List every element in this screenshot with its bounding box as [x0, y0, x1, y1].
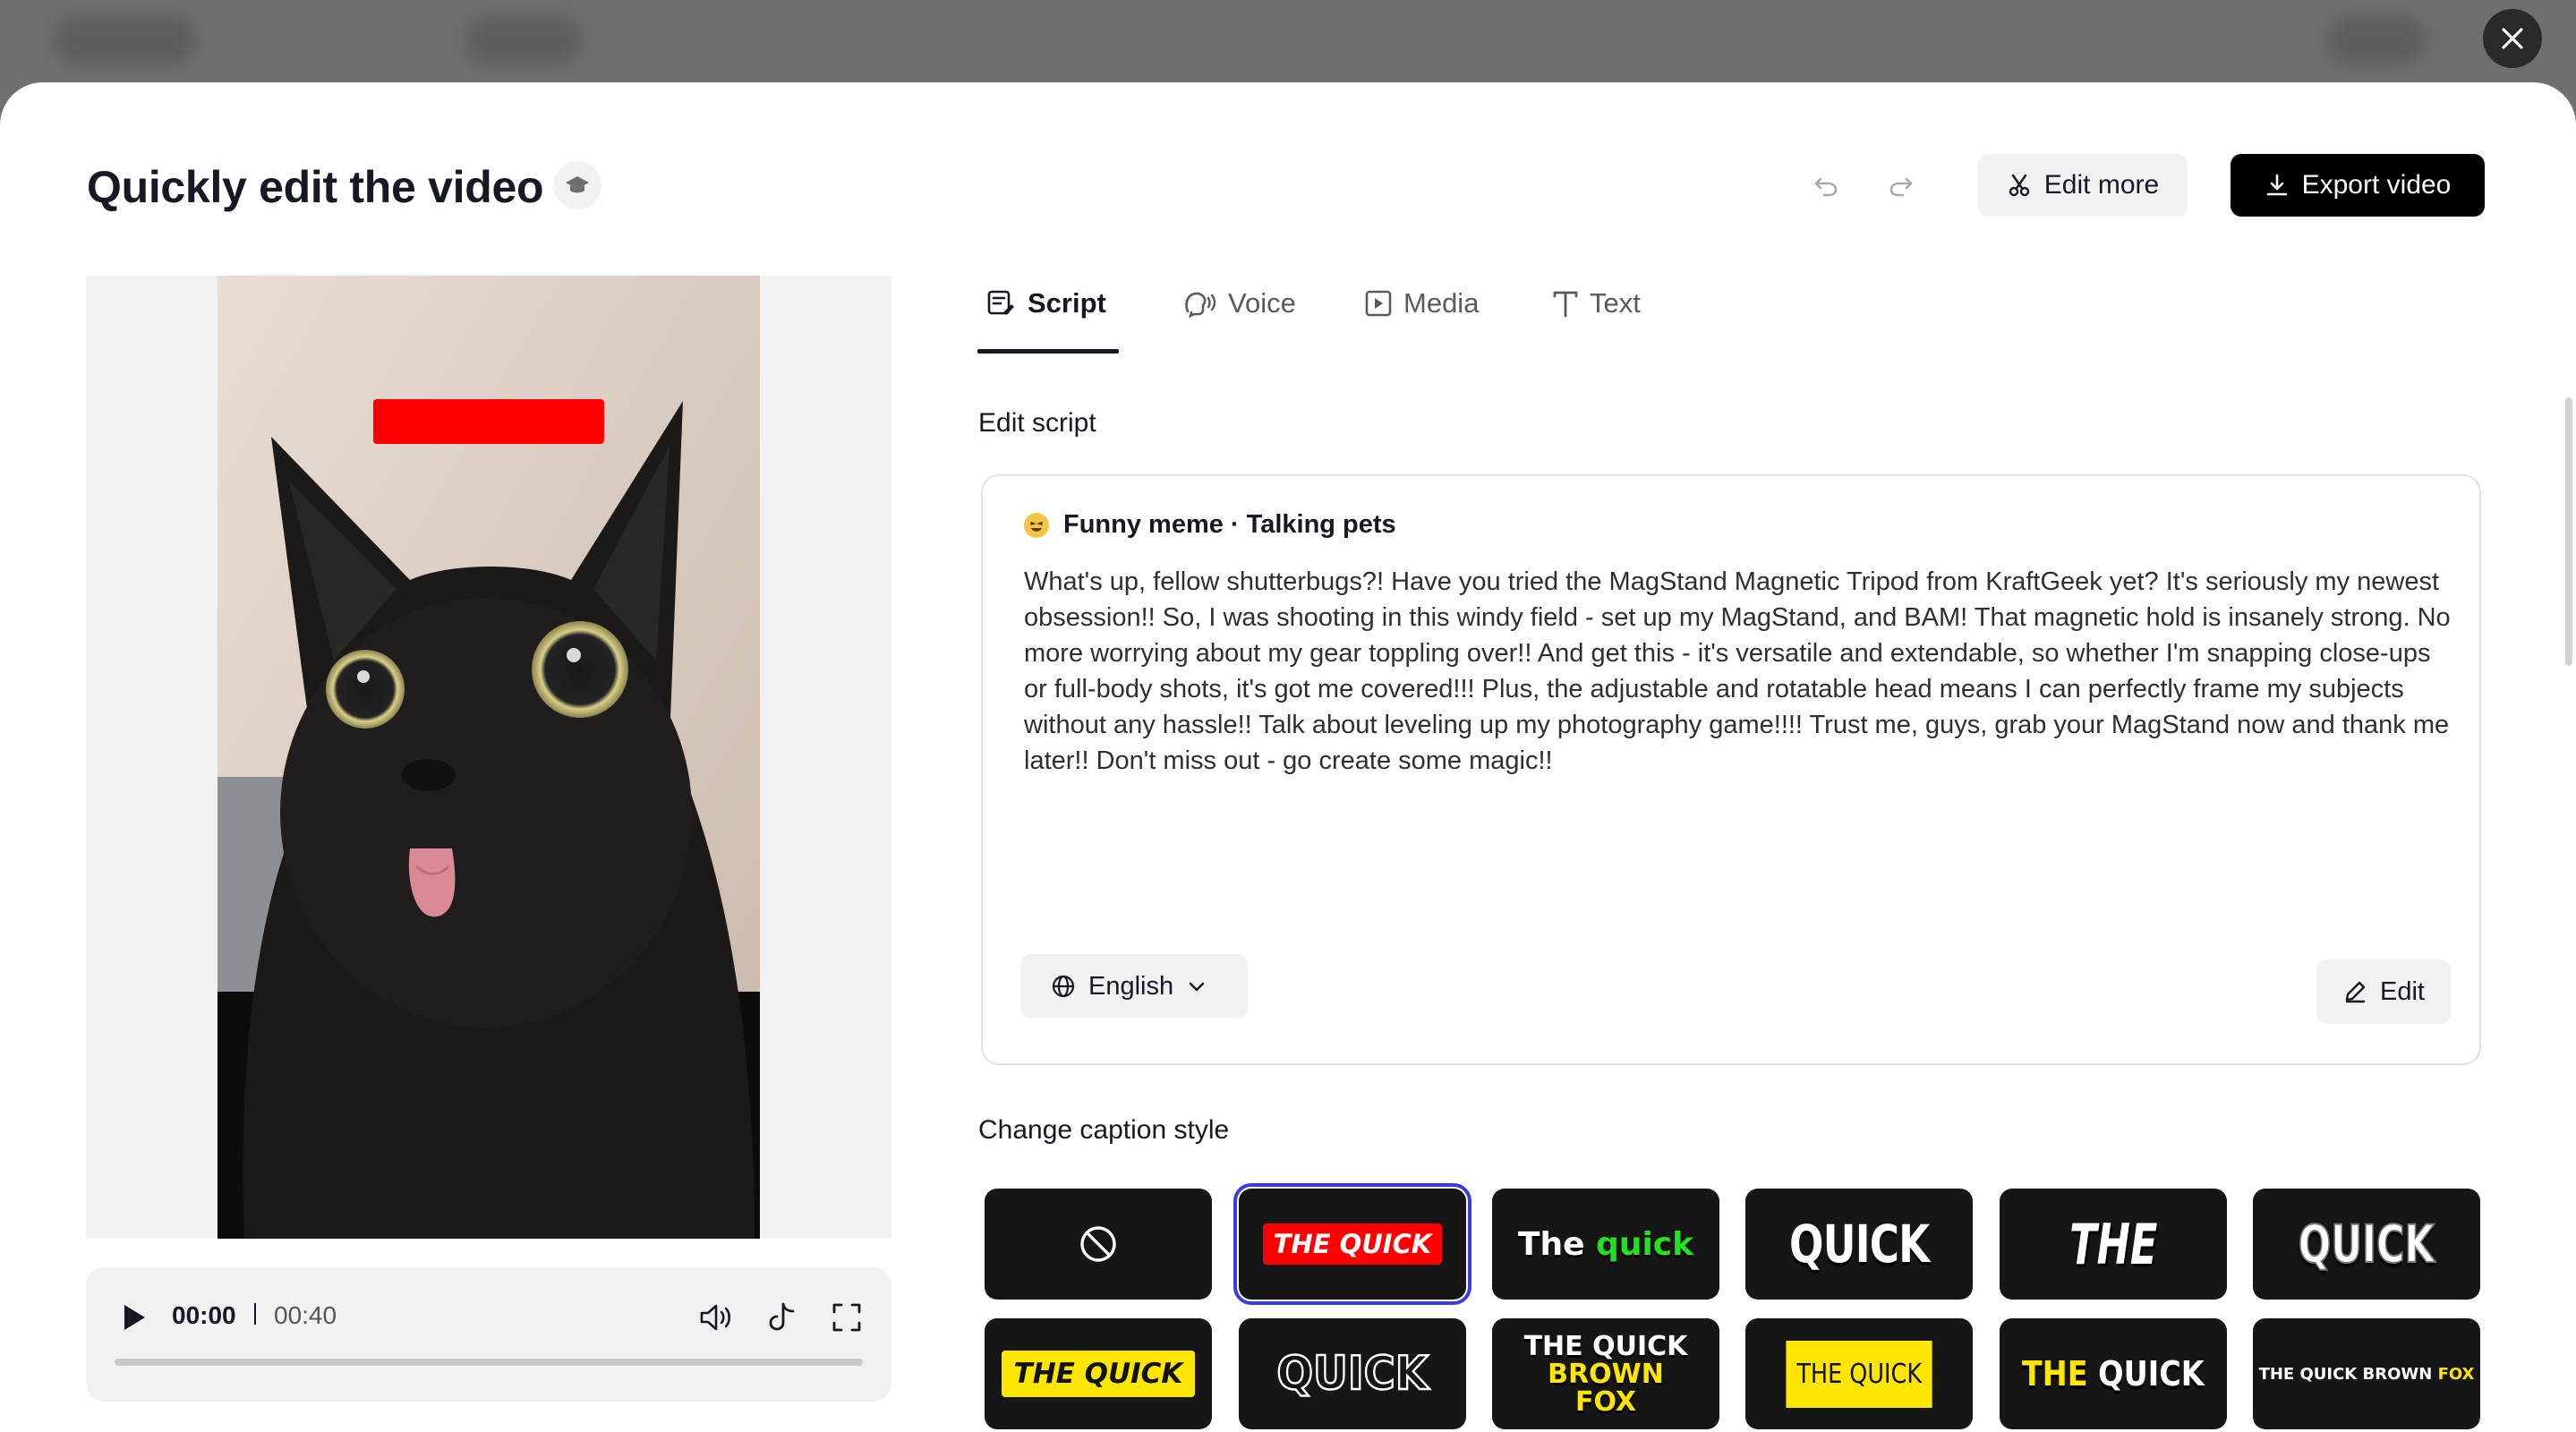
- caption-style-5[interactable]: QUICK: [2253, 1189, 2480, 1300]
- tab-voice-label: Voice: [1228, 287, 1296, 319]
- caption-style-10-text: THE QUICK: [2022, 1354, 2205, 1394]
- caption-style-6[interactable]: THE QUICK: [985, 1318, 1212, 1429]
- tab-text-label: Text: [1590, 287, 1641, 319]
- caption-placeholder-bar: [373, 399, 604, 444]
- script-category: Funny meme · Talking pets: [1024, 510, 1396, 540]
- voice-icon: [1185, 292, 1216, 319]
- tab-voice[interactable]: Voice: [1183, 272, 1296, 335]
- caption-style-2-text: The quick: [1517, 1225, 1694, 1263]
- export-label: Export video: [2301, 170, 2452, 200]
- fullscreen-icon[interactable]: [827, 1298, 866, 1337]
- play-icon[interactable]: [116, 1300, 152, 1335]
- graduation-cap-icon: [566, 176, 589, 193]
- tab-media-label: Media: [1403, 287, 1480, 319]
- script-icon: [987, 290, 1014, 315]
- caption-style-4[interactable]: THE: [2000, 1189, 2227, 1300]
- none-icon: [1080, 1226, 1116, 1262]
- scrollbar[interactable]: [2565, 397, 2572, 666]
- volume-icon[interactable]: [696, 1298, 736, 1337]
- chevron-down-icon: [1189, 982, 1205, 992]
- caption-style-3[interactable]: QUICK: [1745, 1189, 1973, 1300]
- scissors-icon: [2009, 174, 2029, 197]
- player-controls: 00:00 00:40: [86, 1267, 891, 1402]
- edit-more-button[interactable]: Edit more: [1978, 154, 2188, 217]
- page-title: Quickly edit the video: [87, 162, 544, 212]
- caption-highlight-word: quick: [1596, 1225, 1694, 1263]
- tab-text[interactable]: Text: [1552, 272, 1641, 335]
- caption-style-5-text: QUICK: [2298, 1213, 2435, 1275]
- edit-label: Edit: [2380, 976, 2425, 1006]
- caption-style-9[interactable]: THE QUICK: [1745, 1318, 1973, 1429]
- caption-style-7[interactable]: QUICK: [1239, 1318, 1466, 1429]
- tab-media[interactable]: Media: [1364, 272, 1479, 335]
- edit-more-label: Edit more: [2043, 170, 2160, 200]
- tiktok-icon[interactable]: [763, 1298, 802, 1337]
- close-button[interactable]: [2483, 9, 2542, 68]
- pencil-icon: [2345, 981, 2366, 1003]
- language-value: English: [1088, 971, 1174, 1001]
- current-time: 00:00: [172, 1301, 236, 1329]
- video-frame[interactable]: [218, 276, 760, 1239]
- media-icon: [1365, 290, 1392, 317]
- edit-modal: Quickly edit the video Edit more Export …: [0, 82, 2576, 1432]
- caption-style-11[interactable]: THE QUICK BROWN FOX: [2253, 1318, 2480, 1429]
- caption-highlight-word: FOX: [2437, 1364, 2475, 1384]
- caption-style-none[interactable]: [985, 1189, 1212, 1300]
- tab-script-label: Script: [1028, 287, 1106, 319]
- edit-script-button[interactable]: Edit: [2316, 959, 2451, 1024]
- caption-style-3-text: QUICK: [1788, 1214, 1930, 1274]
- edit-script-label: Edit script: [978, 408, 1096, 438]
- caption-highlight-word: BROWN FOX: [1548, 1358, 1664, 1418]
- video-preview: [86, 276, 891, 1239]
- caption-style-4-text: THE: [2068, 1211, 2158, 1277]
- caption-style-8-text: THE QUICK BROWN FOX: [1523, 1330, 1688, 1418]
- caption-style-2[interactable]: The quick: [1492, 1189, 1719, 1300]
- total-time: 00:40: [274, 1301, 337, 1329]
- undo-icon[interactable]: [1808, 168, 1844, 204]
- caption-style-9-text: THE QUICK: [1786, 1340, 1932, 1408]
- progress-bar[interactable]: [115, 1359, 863, 1366]
- caption-highlight-word: THE: [2022, 1354, 2099, 1394]
- caption-style-1[interactable]: THE QUICK: [1233, 1183, 1471, 1305]
- time-separator: [254, 1303, 256, 1325]
- script-text[interactable]: What's up, fellow shutterbugs?! Have you…: [1024, 564, 2456, 779]
- caption-style-8[interactable]: THE QUICK BROWN FOX: [1492, 1318, 1719, 1429]
- caption-style-11-text: THE QUICK BROWN FOX: [2258, 1364, 2475, 1384]
- caption-style-7-text: QUICK: [1275, 1346, 1429, 1402]
- download-icon: [2266, 174, 2287, 196]
- active-tab-indicator: [977, 349, 1119, 354]
- language-select[interactable]: English: [1020, 954, 1248, 1019]
- laughing-emoji-icon: [1024, 512, 1049, 538]
- script-card: Funny meme · Talking pets What's up, fel…: [981, 474, 2481, 1065]
- tab-script[interactable]: Script: [986, 272, 1106, 335]
- text-icon: [1553, 291, 1578, 318]
- caption-style-10[interactable]: THE QUICK: [2000, 1318, 2227, 1429]
- close-icon: [2502, 28, 2523, 49]
- export-video-button[interactable]: Export video: [2231, 154, 2485, 217]
- script-category-text: Funny meme · Talking pets: [1063, 510, 1396, 539]
- caption-style-6-text: THE QUICK: [1001, 1351, 1196, 1397]
- globe-icon: [1052, 975, 1075, 998]
- caption-style-1-text: THE QUICK: [1262, 1223, 1443, 1265]
- redo-icon[interactable]: [1883, 168, 1919, 204]
- caption-style-label: Change caption style: [978, 1115, 1230, 1145]
- tutorial-badge[interactable]: [553, 161, 601, 209]
